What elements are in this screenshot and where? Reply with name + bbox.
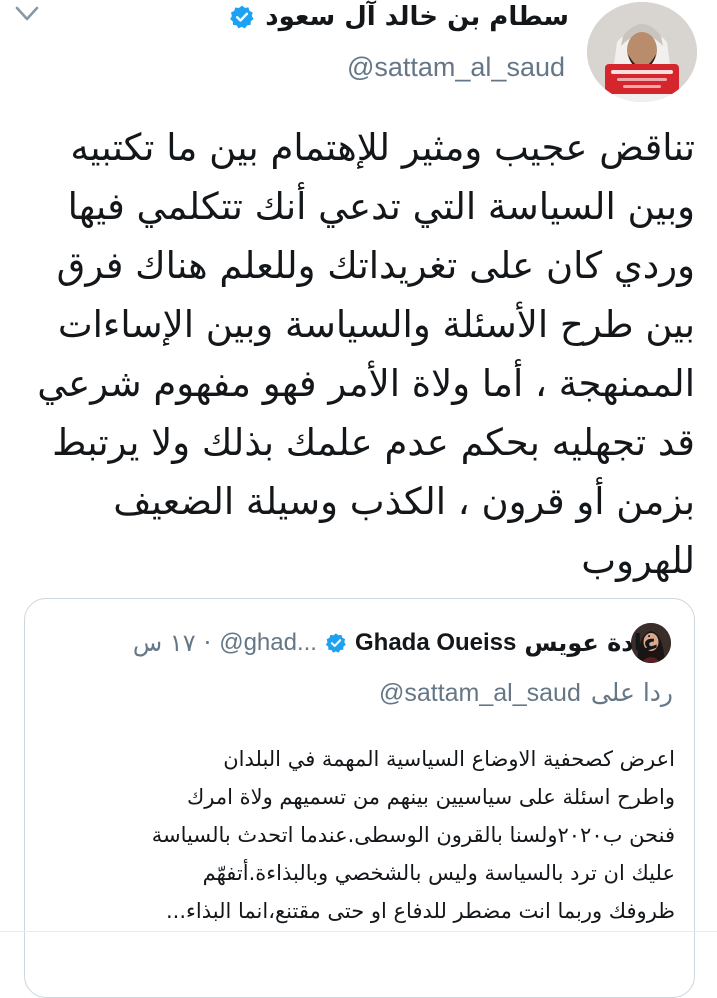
chevron-down-icon[interactable] (14, 4, 40, 24)
tweet-text: تناقض عجيب ومثير للإهتمام بين ما تكتبيه … (15, 118, 695, 590)
quoted-tweet-header: غادة عويس Ghada Oueiss @ghad... · ١٧ س (133, 626, 659, 660)
quoted-author-handle[interactable]: @ghad... (219, 626, 317, 660)
quoted-text-line: اعرض كصحفية الاوضاع السياسية المهمة في ا… (223, 747, 675, 771)
quoted-author-name-ar[interactable]: غادة عويس (524, 626, 659, 660)
quoted-text-line: فنحن ب٢٠٢٠ولسنا بالقرون الوسطى.عندما اتح… (151, 823, 675, 847)
quoted-author-name-en[interactable]: Ghada Oueiss (355, 626, 516, 660)
author-name-row[interactable]: سطام بن خالد آل سعود (229, 0, 569, 34)
avatar-portrait-image (587, 2, 697, 102)
author-avatar[interactable] (587, 2, 697, 102)
quoted-tweet-text: اعرض كصحفية الاوضاع السياسية المهمة في ا… (35, 740, 675, 930)
replying-to-label: ردا على (590, 678, 673, 707)
author-handle[interactable]: @sattam_al_saud (347, 50, 565, 84)
separator-dot: · (203, 629, 212, 657)
quoted-text-line: ظروفك وربما انت مضطر للدفاع او حتى مقتنع… (165, 899, 675, 923)
verified-badge-icon (230, 5, 254, 29)
replying-to-line: ردا على @sattam_al_saud (379, 676, 673, 710)
verified-badge-icon (325, 633, 346, 653)
divider (0, 931, 717, 932)
tweet-text-line: قد تجهليه بحكم عدم علمك بذلك ولا يرتبط (52, 421, 695, 464)
replying-to-handle[interactable]: @sattam_al_saud (379, 676, 581, 710)
quoted-text-line: واطرح اسئلة على سياسيين بينهم من تسميهم … (186, 785, 675, 809)
tweet-text-line: وبين السياسة التي تدعي أنك تتكلمي فيها (67, 185, 695, 228)
tweet-text-line: تناقض عجيب ومثير للإهتمام بين ما تكتبيه (70, 126, 695, 169)
tweet-text-line: بين طرح الأسئلة والسياسة وبين الإساءات (57, 303, 695, 346)
quoted-tweet-time[interactable]: ١٧ س (133, 626, 196, 660)
tweet-text-line: للهروب (581, 539, 695, 582)
tweet-text-line: الممنهجة ، أما ولاة الأمر فهو مفهوم شرعي (37, 362, 695, 405)
tweet-text-line: بزمن أو قرون ، الكذب وسيلة الضعيف (113, 480, 695, 523)
quoted-text-line: عليك ان ترد بالسياسة وليس بالشخصي وبالبذ… (202, 861, 675, 885)
author-name[interactable]: سطام بن خالد آل سعود (265, 0, 569, 34)
tweet-text-line: وردي كان على تغريداتك وللعلم هناك فرق (56, 244, 695, 287)
